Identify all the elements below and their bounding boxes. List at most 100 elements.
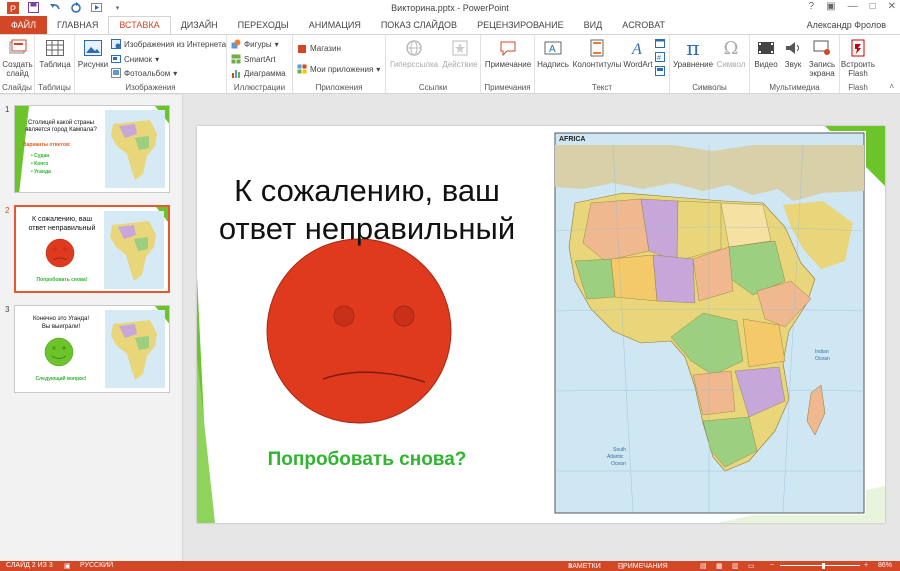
slide-thumbnails-pane: 1 Столицей какой страны является город К… [0, 95, 183, 561]
thumbnail-text-line: Конечно это Уганда! [32, 316, 90, 322]
date-time-button[interactable] [655, 38, 665, 48]
audio-label: Звук [784, 60, 802, 69]
slide-title[interactable]: К сожалению, ваш ответ неправильный [207, 172, 527, 248]
svg-text:A: A [549, 44, 556, 55]
group-symbols: π Уравнение Ω Символ Символы [670, 35, 750, 93]
group-flash: Встроить Flash Flash [840, 35, 876, 93]
window-controls: ? ▣ — □ ✕ [809, 1, 896, 12]
screen-recording-button[interactable]: Запись экрана [806, 38, 838, 78]
tab-design[interactable]: ДИЗАЙН [171, 16, 228, 34]
photo-album-button[interactable]: Фотоальбом ▾ [111, 68, 177, 78]
africa-map-image[interactable]: AFRICA South Atlantic Ocean Indian Ocean [553, 131, 866, 515]
textbox-button[interactable]: A Надпись [535, 38, 571, 69]
tab-review[interactable]: РЕЦЕНЗИРОВАНИЕ [467, 16, 574, 34]
header-footer-button[interactable]: Колонтитулы [571, 38, 623, 69]
close-icon[interactable]: ✕ [888, 1, 896, 12]
svg-text:Atlantic: Atlantic [607, 454, 624, 460]
tab-animation[interactable]: АНИМАЦИЯ [299, 16, 371, 34]
video-button[interactable]: Видео [752, 38, 780, 69]
tab-file[interactable]: ФАЙЛ [0, 16, 48, 34]
slide-thumbnail-2[interactable]: К сожалению, ваш ответ неправильный Попр… [14, 205, 170, 293]
thumbnail-options: • Судан • Конго • Уганда [31, 152, 51, 176]
group-label-symbols: Символы [692, 83, 727, 92]
slideshow-view-icon[interactable]: ▭ [748, 562, 755, 570]
zoom-out-icon[interactable]: − [770, 562, 774, 569]
thumbnail-question-text: Столицей какой страны является город Кам… [19, 120, 103, 134]
tab-view[interactable]: ВИД [574, 16, 613, 34]
slide-number-button[interactable]: # [655, 52, 665, 62]
shapes-button[interactable]: Фигуры ▾ [231, 39, 279, 49]
store-label: Магазин [310, 43, 341, 53]
zoom-slider-handle[interactable] [822, 563, 825, 569]
slide-thumbnail-1[interactable]: Столицей какой страны является город Кам… [14, 105, 170, 193]
hyperlink-icon [403, 38, 425, 58]
notes-label: ЗАМЕТКИ [568, 563, 601, 570]
thumbnail-link-text: Попробовать снова! [36, 277, 88, 283]
store-button[interactable]: Магазин [297, 43, 341, 53]
collapse-ribbon-icon[interactable]: ˄ [889, 82, 894, 91]
tab-slideshow[interactable]: ПОКАЗ СЛАЙДОВ [371, 16, 467, 34]
svg-text:A: A [631, 41, 642, 57]
new-slide-button[interactable]: Создать слайд [2, 38, 33, 78]
store-icon [298, 45, 306, 53]
symbol-button[interactable]: Ω Символ [714, 38, 748, 69]
group-text: A Надпись Колонтитулы A WordArt # Текст [535, 35, 670, 93]
current-slide[interactable]: К сожалению, ваш ответ неправильный Попр… [197, 126, 885, 523]
action-button[interactable]: Действие [442, 38, 478, 69]
sad-face[interactable] [266, 238, 452, 424]
group-images: Рисунки Изображения из Интернета Снимок … [75, 35, 227, 93]
reading-view-icon[interactable]: ▥ [732, 562, 739, 570]
ribbon-display-icon[interactable]: ▣ [826, 1, 835, 12]
slide-sorter-icon[interactable]: ▦ [716, 562, 723, 570]
zoom-in-icon[interactable]: + [864, 562, 868, 569]
my-apps-label: Мои приложения [310, 64, 374, 74]
video-label: Видео [754, 60, 778, 69]
screenshot-button[interactable]: Снимок ▾ [111, 54, 159, 64]
date-time-icon [655, 39, 665, 48]
africa-map-thumbnail [104, 211, 164, 289]
thumbnail-number: 1 [5, 105, 10, 114]
chart-button[interactable]: Диаграмма [231, 68, 286, 78]
wordart-label: WordArt [623, 60, 653, 69]
object-button[interactable] [655, 66, 665, 76]
hyperlink-button[interactable]: Гиперссылка [388, 38, 440, 69]
my-apps-button[interactable]: Мои приложения ▾ [297, 64, 380, 74]
spellcheck-icon[interactable]: ▣ [64, 562, 71, 570]
zoom-level[interactable]: 86% [878, 562, 892, 569]
tab-transitions[interactable]: ПЕРЕХОДЫ [228, 16, 299, 34]
tab-acrobat[interactable]: ACROBAT [612, 16, 675, 34]
maximize-icon[interactable]: □ [870, 1, 876, 12]
symbol-label: Символ [716, 60, 746, 69]
photo-album-icon [111, 68, 121, 78]
embed-flash-label: Встроить Flash [840, 60, 876, 78]
tab-home[interactable]: ГЛАВНАЯ [47, 16, 108, 34]
audio-button[interactable]: Звук [780, 38, 806, 69]
slide-thumbnail-3[interactable]: Конечно это Уганда! Вы выиграли! Следующ… [14, 305, 170, 393]
wordart-button[interactable]: A WordArt [623, 38, 653, 69]
chevron-down-icon: ▾ [376, 64, 381, 74]
language-status[interactable]: РУССКИЙ [80, 562, 113, 569]
pictures-button[interactable]: Рисунки [77, 38, 109, 69]
thumbnail-text-line: Столицей какой страны [28, 120, 94, 126]
minimize-icon[interactable]: — [848, 1, 858, 12]
smartart-icon [231, 54, 241, 64]
slide-title-line: ответ неправильный [218, 211, 516, 246]
normal-view-icon[interactable]: ▤ [700, 562, 707, 570]
group-label-text: Текст [591, 83, 613, 92]
chart-icon [232, 70, 240, 78]
slide-number-icon: # [655, 52, 665, 62]
user-name[interactable]: Александр Фролов [807, 20, 886, 30]
tab-insert[interactable]: ВСТАВКА [108, 16, 171, 34]
online-pictures-button[interactable]: Изображения из Интернета [111, 39, 226, 49]
smartart-button[interactable]: SmartArt [231, 54, 276, 64]
textbox-label: Надпись [537, 60, 569, 69]
zoom-slider[interactable] [780, 565, 860, 566]
try-again-link[interactable]: Попробовать снова? [227, 449, 507, 471]
hyperlink-label: Гиперссылка [389, 60, 439, 69]
table-button[interactable]: Таблица [37, 38, 73, 69]
help-icon[interactable]: ? [809, 1, 815, 12]
comment-button[interactable]: Примечание [482, 38, 534, 69]
equation-button[interactable]: π Уравнение [672, 38, 714, 70]
thumbnail-option: Уганда [34, 169, 51, 175]
embed-flash-button[interactable]: Встроить Flash [840, 38, 876, 78]
